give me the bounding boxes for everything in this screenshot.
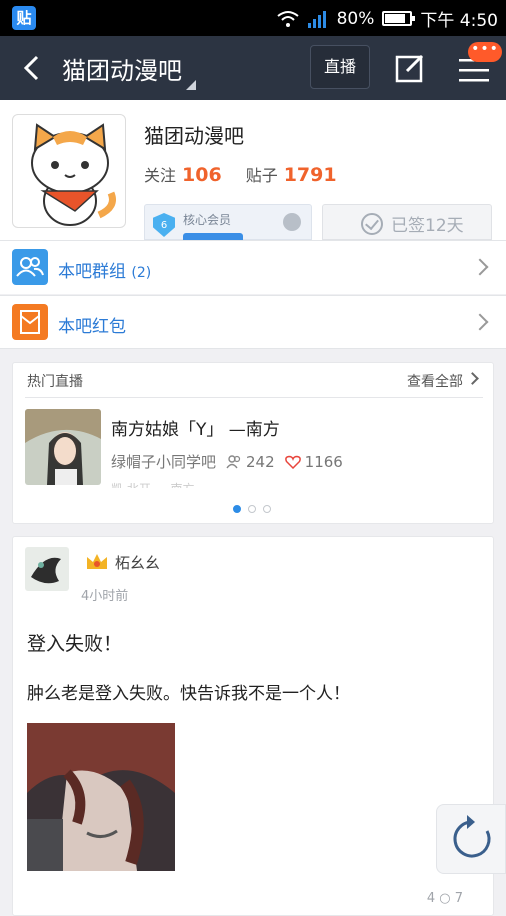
- forum-avatar[interactable]: [12, 114, 126, 228]
- forum-stats: 关注 106 贴子 1791: [144, 162, 355, 186]
- member-level-box[interactable]: 6 核心会员: [144, 204, 312, 241]
- lock-icon: [283, 213, 301, 231]
- refresh-icon: [453, 815, 491, 858]
- streamer-photo: [25, 409, 101, 485]
- tieba-app-icon: 贴: [12, 6, 36, 30]
- like-count: 1166: [304, 452, 343, 471]
- back-arrow-icon[interactable]: [18, 54, 46, 82]
- forum-groups-label: 本吧群组 (2): [58, 262, 152, 282]
- viewer-count: 242: [246, 452, 275, 471]
- carousel-dot[interactable]: [263, 505, 271, 513]
- level-shield-icon: 6: [153, 213, 175, 237]
- forum-groups-count: (2): [131, 265, 152, 281]
- post-username[interactable]: 柘幺幺: [115, 552, 160, 573]
- status-bar: 贴 80% 下午 4:50: [0, 0, 506, 36]
- post-time: 4小时前: [81, 589, 129, 604]
- live-button[interactable]: 直播: [310, 45, 370, 89]
- next-live-preview: 凯 北开 … 南方: [111, 480, 194, 488]
- live-forum-name: 绿帽子小同学吧: [111, 453, 217, 471]
- clock: 下午 4:50: [420, 11, 498, 31]
- hot-live-header: 热门直播: [27, 374, 83, 390]
- post-body[interactable]: 肿么老是登入失败。快告诉我不是一个人！: [27, 679, 350, 704]
- battery-percent: 80%: [336, 8, 375, 29]
- nav-bar: 猫团动漫吧 直播 •••: [0, 36, 506, 100]
- carousel-dot[interactable]: [233, 505, 241, 513]
- forum-header: 猫团动漫吧 关注 106 贴子 1791 6 核心会员 已签12天: [0, 100, 506, 241]
- sign-in-status: 已签12天: [391, 216, 464, 236]
- crown-icon: [87, 554, 107, 569]
- chevron-right-icon: [466, 372, 479, 385]
- follow-label: 关注: [144, 166, 177, 185]
- forum-groups-row[interactable]: 本吧群组 (2): [0, 240, 506, 294]
- forum-title-nav[interactable]: 猫团动漫吧: [62, 51, 182, 86]
- heart-icon: [284, 455, 301, 469]
- carousel-dots: [233, 505, 271, 513]
- post-card[interactable]: 柘幺幺 4小时前 登入失败！ 肿么老是登入失败。快告诉我不是一个人！ 4 ○ 7: [12, 536, 494, 916]
- live-meta: 绿帽子小同学吧 242 1166: [111, 451, 343, 472]
- chevron-right-icon: [471, 258, 489, 276]
- follow-count: 106: [182, 164, 222, 186]
- anime-image: [27, 723, 175, 871]
- signal-icon: [307, 10, 326, 28]
- forum-name: 猫团动漫吧: [144, 124, 244, 148]
- sign-in-button[interactable]: 已签12天: [322, 204, 492, 240]
- red-envelope-icon: [12, 304, 48, 340]
- divider: [25, 397, 483, 398]
- live-title[interactable]: 南方姑娘「Y」 —南方: [111, 415, 280, 440]
- post-count: 1791: [283, 164, 337, 186]
- battery-icon: [382, 11, 416, 26]
- cat-mascot-icon: [31, 123, 116, 226]
- wifi-icon: [276, 10, 299, 27]
- post-label: 贴子: [245, 166, 278, 185]
- see-all-link[interactable]: 查看全部: [407, 371, 463, 391]
- group-icon: [12, 249, 48, 285]
- post-footer-stats: 4 ○ 7: [426, 891, 463, 906]
- avatar-image: [25, 547, 69, 591]
- post-image[interactable]: [27, 723, 175, 871]
- refresh-button[interactable]: [436, 804, 506, 874]
- check-icon: [361, 213, 383, 235]
- chevron-right-icon: [471, 313, 489, 331]
- compose-icon[interactable]: [394, 52, 426, 84]
- user-avatar[interactable]: [25, 547, 69, 591]
- viewers-icon: [226, 454, 241, 468]
- title-dropdown-icon[interactable]: [186, 80, 196, 90]
- member-label: 核心会员: [183, 213, 232, 227]
- hot-live-card: 热门直播 查看全部 南方姑娘「Y」 —南方 绿帽子小同学吧 242 1166 凯…: [12, 362, 494, 524]
- carousel-dot[interactable]: [248, 505, 256, 513]
- forum-red-envelope-row[interactable]: 本吧红包: [0, 295, 506, 349]
- menu-notification-badge: •••: [468, 42, 502, 62]
- live-thumbnail[interactable]: [25, 409, 101, 485]
- post-title[interactable]: 登入失败！: [27, 629, 122, 656]
- forum-red-envelope-label: 本吧红包: [58, 317, 126, 337]
